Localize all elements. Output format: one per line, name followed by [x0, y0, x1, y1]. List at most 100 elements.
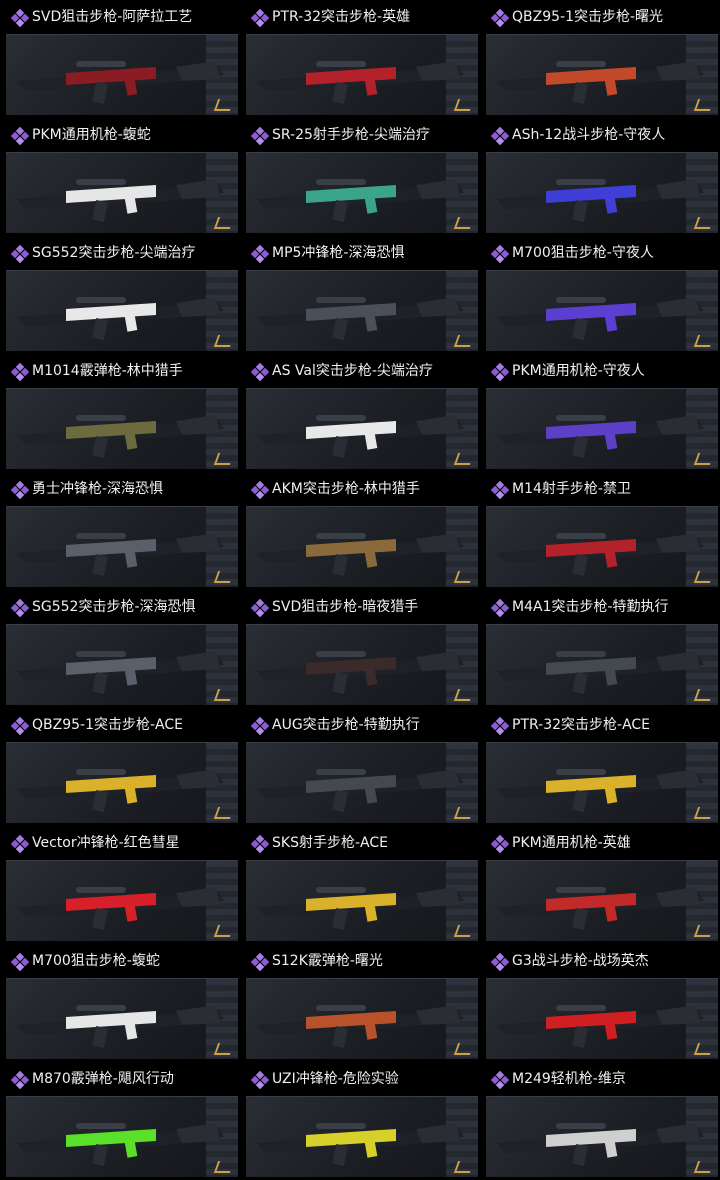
skin-card[interactable]: SVD狙击步枪-阿萨拉工艺 — [0, 0, 240, 118]
skin-card[interactable]: SG552突击步枪-尖端治疗 — [0, 236, 240, 354]
card-header: M700狙击步枪-守夜人 — [480, 236, 720, 270]
skin-card[interactable]: M700狙击步枪-蝮蛇 — [0, 944, 240, 1062]
skin-card[interactable]: QBZ95-1突击步枪-ACE — [0, 708, 240, 826]
skin-card[interactable]: Vector冲锋枪-红色彗星 — [0, 826, 240, 944]
card-header: M249轻机枪-维京 — [480, 1062, 720, 1096]
skin-grid: SVD狙击步枪-阿萨拉工艺 PTR-32突击步枪-英雄 QBZ95-1突击步枪-曙光… — [0, 0, 720, 1180]
skin-card[interactable]: AS Val突击步枪-尖端治疗 — [240, 354, 480, 472]
rarity-diamond-icon — [490, 126, 510, 146]
card-header: AS Val突击步枪-尖端治疗 — [240, 354, 480, 388]
rarity-diamond-icon — [490, 480, 510, 500]
skin-card[interactable]: M4A1突击步枪-特勤执行 — [480, 590, 720, 708]
weapon-silhouette — [16, 887, 224, 931]
weapon-silhouette — [256, 1005, 464, 1049]
skin-title: M249轻机枪-维京 — [512, 1071, 626, 1087]
card-header: UZI冲锋枪-危险实验 — [240, 1062, 480, 1096]
skin-title: PTR-32突击步枪-英雄 — [272, 9, 411, 25]
skin-card[interactable]: SKS射手步枪-ACE — [240, 826, 480, 944]
skin-card[interactable]: PTR-32突击步枪-英雄 — [240, 0, 480, 118]
rarity-diamond-icon — [250, 362, 270, 382]
skin-card[interactable]: PTR-32突击步枪-ACE — [480, 708, 720, 826]
weapon-silhouette — [496, 533, 704, 577]
skin-card[interactable]: G3战斗步枪-战场英杰 — [480, 944, 720, 1062]
weapon-preview-image — [6, 624, 238, 705]
rarity-diamond-icon — [250, 126, 270, 146]
skin-card[interactable]: SG552突击步枪-深海恐惧 — [0, 590, 240, 708]
weapon-preview-image — [6, 34, 238, 115]
rarity-diamond-icon — [10, 1070, 30, 1090]
skin-card[interactable]: M1014霰弹枪-林中猎手 — [0, 354, 240, 472]
rarity-diamond-icon — [250, 244, 270, 264]
weapon-preview-image — [246, 270, 478, 351]
skin-card[interactable]: M870霰弹枪-飓风行动 — [0, 1062, 240, 1180]
weapon-silhouette — [16, 297, 224, 341]
rarity-diamond-icon — [10, 598, 30, 618]
card-header: SG552突击步枪-深海恐惧 — [0, 590, 240, 624]
rarity-diamond-icon — [490, 8, 510, 28]
skin-title: QBZ95-1突击步枪-曙光 — [512, 9, 664, 25]
skin-title: ASh-12战斗步枪-守夜人 — [512, 127, 666, 143]
weapon-preview-image — [6, 742, 238, 823]
weapon-silhouette — [16, 179, 224, 223]
card-header: PKM通用机枪-蝮蛇 — [0, 118, 240, 152]
weapon-preview-image — [6, 270, 238, 351]
skin-card[interactable]: ASh-12战斗步枪-守夜人 — [480, 118, 720, 236]
rarity-diamond-icon — [490, 362, 510, 382]
skin-title: G3战斗步枪-战场英杰 — [512, 953, 649, 969]
rarity-diamond-icon — [250, 8, 270, 28]
skin-card[interactable]: UZI冲锋枪-危险实验 — [240, 1062, 480, 1180]
card-header: PTR-32突击步枪-英雄 — [240, 0, 480, 34]
skin-title: PKM通用机枪-英雄 — [512, 835, 631, 851]
weapon-silhouette — [496, 651, 704, 695]
skin-title: AUG突击步枪-特勤执行 — [272, 717, 420, 733]
weapon-preview-image — [486, 1096, 718, 1177]
skin-card[interactable]: 勇士冲锋枪-深海恐惧 — [0, 472, 240, 590]
skin-title: QBZ95-1突击步枪-ACE — [32, 717, 183, 733]
skin-title: PKM通用机枪-守夜人 — [512, 363, 645, 379]
card-header: Vector冲锋枪-红色彗星 — [0, 826, 240, 860]
weapon-preview-image — [486, 742, 718, 823]
card-header: SR-25射手步枪-尖端治疗 — [240, 118, 480, 152]
skin-card[interactable]: S12K霰弹枪-曙光 — [240, 944, 480, 1062]
skin-card[interactable]: M14射手步枪-禁卫 — [480, 472, 720, 590]
skin-card[interactable]: PKM通用机枪-英雄 — [480, 826, 720, 944]
skin-title: SVD狙击步枪-暗夜猎手 — [272, 599, 419, 615]
skin-card[interactable]: QBZ95-1突击步枪-曙光 — [480, 0, 720, 118]
rarity-diamond-icon — [10, 952, 30, 972]
skin-card[interactable]: SVD狙击步枪-暗夜猎手 — [240, 590, 480, 708]
skin-title: Vector冲锋枪-红色彗星 — [32, 835, 180, 851]
skin-title: UZI冲锋枪-危险实验 — [272, 1071, 399, 1087]
weapon-silhouette — [256, 533, 464, 577]
weapon-silhouette — [256, 887, 464, 931]
weapon-silhouette — [16, 1005, 224, 1049]
card-header: SKS射手步枪-ACE — [240, 826, 480, 860]
weapon-silhouette — [496, 1005, 704, 1049]
skin-card[interactable]: M249轻机枪-维京 — [480, 1062, 720, 1180]
skin-title: M4A1突击步枪-特勤执行 — [512, 599, 669, 615]
skin-card[interactable]: PKM通用机枪-守夜人 — [480, 354, 720, 472]
rarity-diamond-icon — [250, 716, 270, 736]
rarity-diamond-icon — [10, 244, 30, 264]
card-header: M14射手步枪-禁卫 — [480, 472, 720, 506]
skin-title: M700狙击步枪-守夜人 — [512, 245, 654, 261]
skin-card[interactable]: MP5冲锋枪-深海恐惧 — [240, 236, 480, 354]
skin-card[interactable]: AUG突击步枪-特勤执行 — [240, 708, 480, 826]
skin-card[interactable]: AKM突击步枪-林中猎手 — [240, 472, 480, 590]
card-header: QBZ95-1突击步枪-曙光 — [480, 0, 720, 34]
weapon-preview-image — [486, 270, 718, 351]
weapon-silhouette — [496, 297, 704, 341]
weapon-preview-image — [486, 152, 718, 233]
skin-title: SG552突击步枪-深海恐惧 — [32, 599, 196, 615]
rarity-diamond-icon — [490, 834, 510, 854]
rarity-diamond-icon — [250, 598, 270, 618]
card-header: G3战斗步枪-战场英杰 — [480, 944, 720, 978]
skin-card[interactable]: SR-25射手步枪-尖端治疗 — [240, 118, 480, 236]
card-header: QBZ95-1突击步枪-ACE — [0, 708, 240, 742]
skin-card[interactable]: M700狙击步枪-守夜人 — [480, 236, 720, 354]
card-header: M870霰弹枪-飓风行动 — [0, 1062, 240, 1096]
card-header: SVD狙击步枪-暗夜猎手 — [240, 590, 480, 624]
weapon-silhouette — [256, 1123, 464, 1167]
skin-card[interactable]: PKM通用机枪-蝮蛇 — [0, 118, 240, 236]
rarity-diamond-icon — [10, 834, 30, 854]
weapon-preview-image — [6, 978, 238, 1059]
